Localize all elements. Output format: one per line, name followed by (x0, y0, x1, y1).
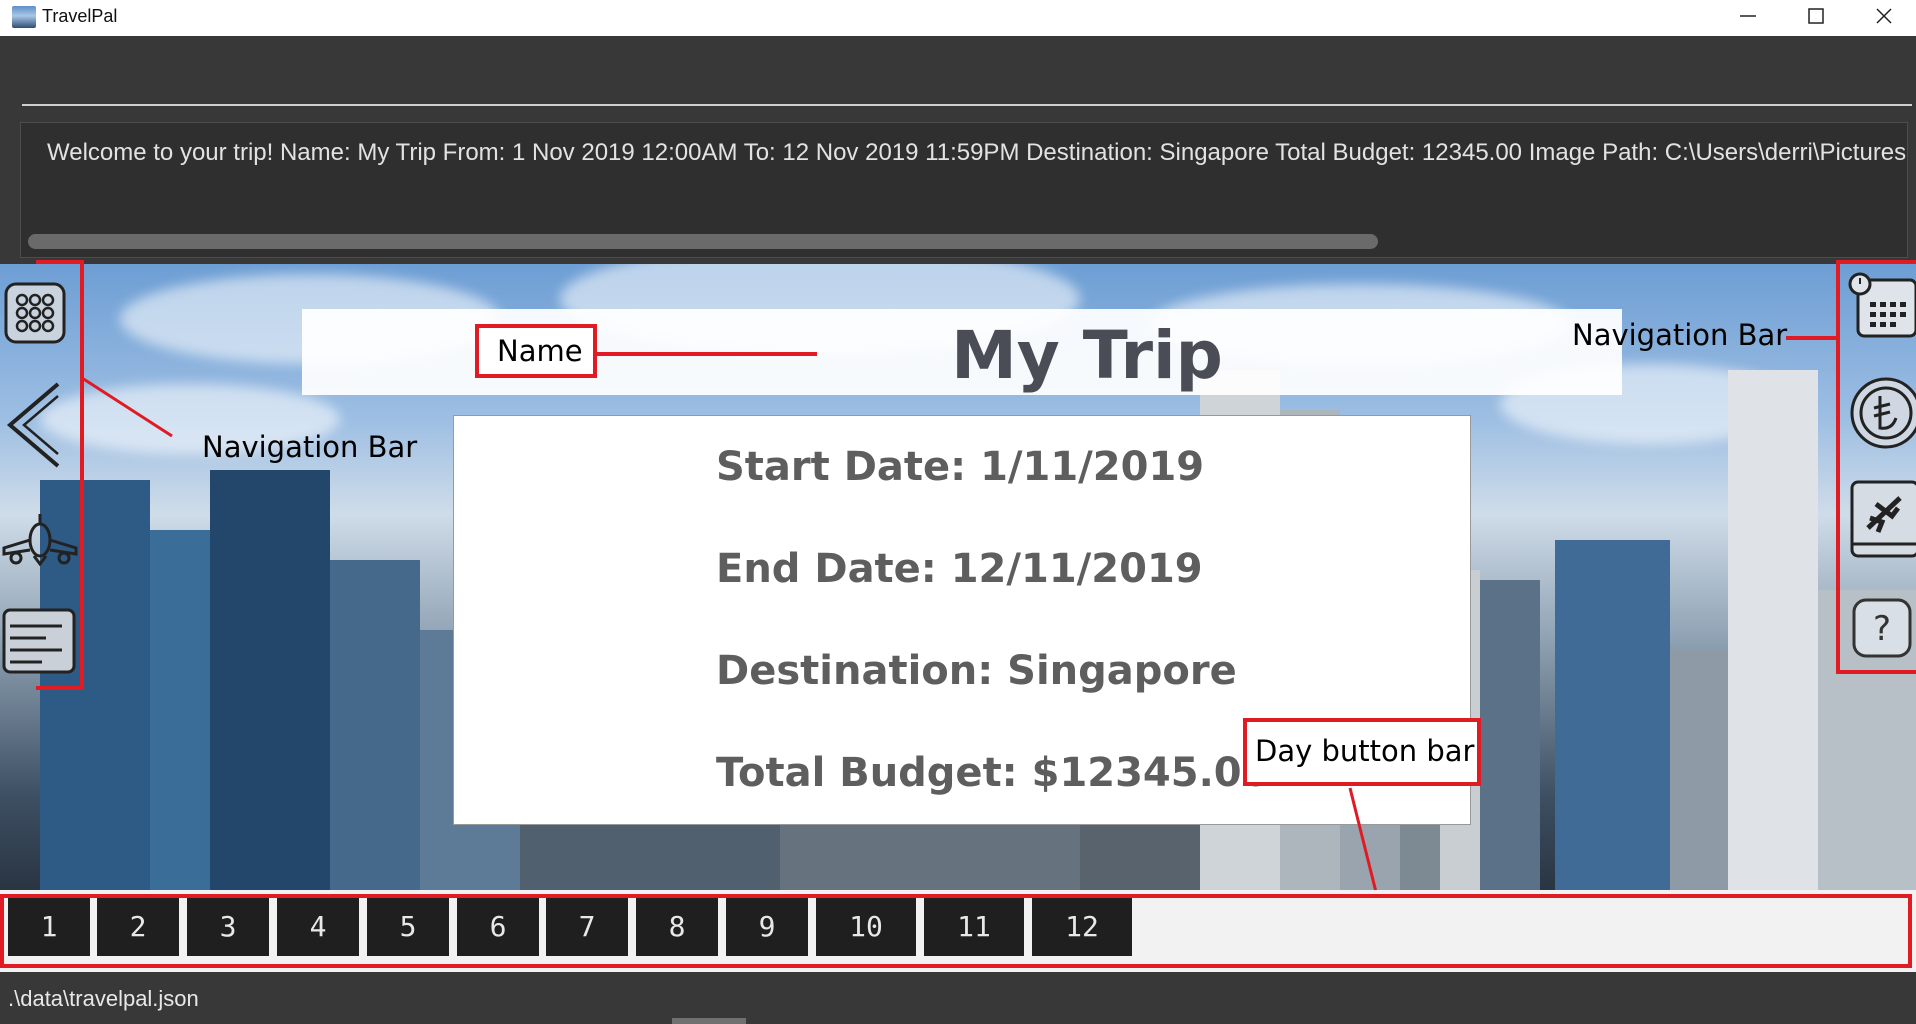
annotation-bracket (36, 260, 84, 264)
annotation-day-bar-box: Day button bar (1243, 718, 1481, 786)
day-button[interactable]: 12 (1032, 898, 1132, 956)
close-button[interactable] (1852, 0, 1916, 30)
day-button-bar: 1 2 3 4 5 6 7 8 9 10 11 12 (0, 890, 1916, 972)
list-icon[interactable] (2, 608, 76, 674)
day-button[interactable]: 5 (367, 898, 449, 956)
day-button[interactable]: 10 (816, 898, 916, 956)
calendar-clock-icon[interactable] (1848, 272, 1916, 340)
day-button[interactable]: 4 (277, 898, 359, 956)
annotation-name: Name (497, 334, 583, 368)
maximize-button[interactable] (1784, 0, 1848, 30)
annotation-name-box: Name (475, 324, 597, 378)
annotation-bracket (1836, 260, 1916, 264)
currency-coin-icon[interactable] (1846, 372, 1916, 454)
total-budget: Total Budget: $12345.00 (716, 750, 1270, 796)
command-input-underline (22, 104, 1912, 106)
result-horizontal-scrollbar[interactable] (28, 234, 1378, 249)
back-chevron-icon[interactable] (4, 380, 64, 470)
airplane-icon[interactable] (2, 510, 78, 566)
day-button[interactable]: 2 (97, 898, 179, 956)
svg-text:?: ? (1873, 609, 1891, 649)
left-navigation-bar (0, 264, 80, 684)
day-button[interactable]: 3 (187, 898, 269, 956)
annotation-nav-left: Navigation Bar (202, 430, 418, 464)
result-text: Welcome to your trip! Name: My Trip From… (47, 139, 1907, 166)
window-title: TravelPal (42, 6, 118, 26)
annotation-bracket (1836, 670, 1916, 674)
minimize-button[interactable] (1716, 0, 1780, 30)
close-icon (1876, 8, 1892, 24)
day-button[interactable]: 7 (546, 898, 628, 956)
annotation-pointer (1348, 787, 1380, 901)
window-title-bar: TravelPal (0, 0, 1916, 36)
end-date: End Date: 12/11/2019 (716, 546, 1203, 592)
status-file-path: .\data\travelpal.json (8, 986, 199, 1011)
annotation-pointer (1786, 336, 1836, 340)
status-bar: .\data\travelpal.json (0, 972, 1916, 1024)
maximize-icon (1808, 8, 1824, 24)
day-button[interactable]: 9 (726, 898, 808, 956)
travel-book-icon[interactable] (1848, 478, 1916, 560)
annotation-pointer (597, 352, 817, 356)
annotation-pointer (81, 376, 173, 438)
status-scrollbar[interactable] (672, 1018, 746, 1024)
annotation-bracket (1836, 260, 1840, 674)
help-icon[interactable]: ? (1850, 596, 1912, 658)
day-button[interactable]: 1 (8, 898, 90, 956)
destination: Destination: Singapore (716, 648, 1237, 694)
annotation-day-bar: Day button bar (1255, 734, 1475, 768)
day-button[interactable]: 11 (924, 898, 1024, 956)
grid-icon[interactable] (4, 282, 66, 344)
annotation-nav-right: Navigation Bar (1572, 318, 1788, 352)
right-navigation-bar: ? (1838, 264, 1916, 674)
day-button[interactable]: 8 (636, 898, 718, 956)
day-button[interactable]: 6 (457, 898, 539, 956)
app-icon (12, 6, 36, 28)
annotation-bracket (80, 260, 84, 690)
minimize-icon (1740, 15, 1756, 17)
start-date: Start Date: 1/11/2019 (716, 444, 1205, 490)
annotation-bracket (36, 686, 84, 690)
